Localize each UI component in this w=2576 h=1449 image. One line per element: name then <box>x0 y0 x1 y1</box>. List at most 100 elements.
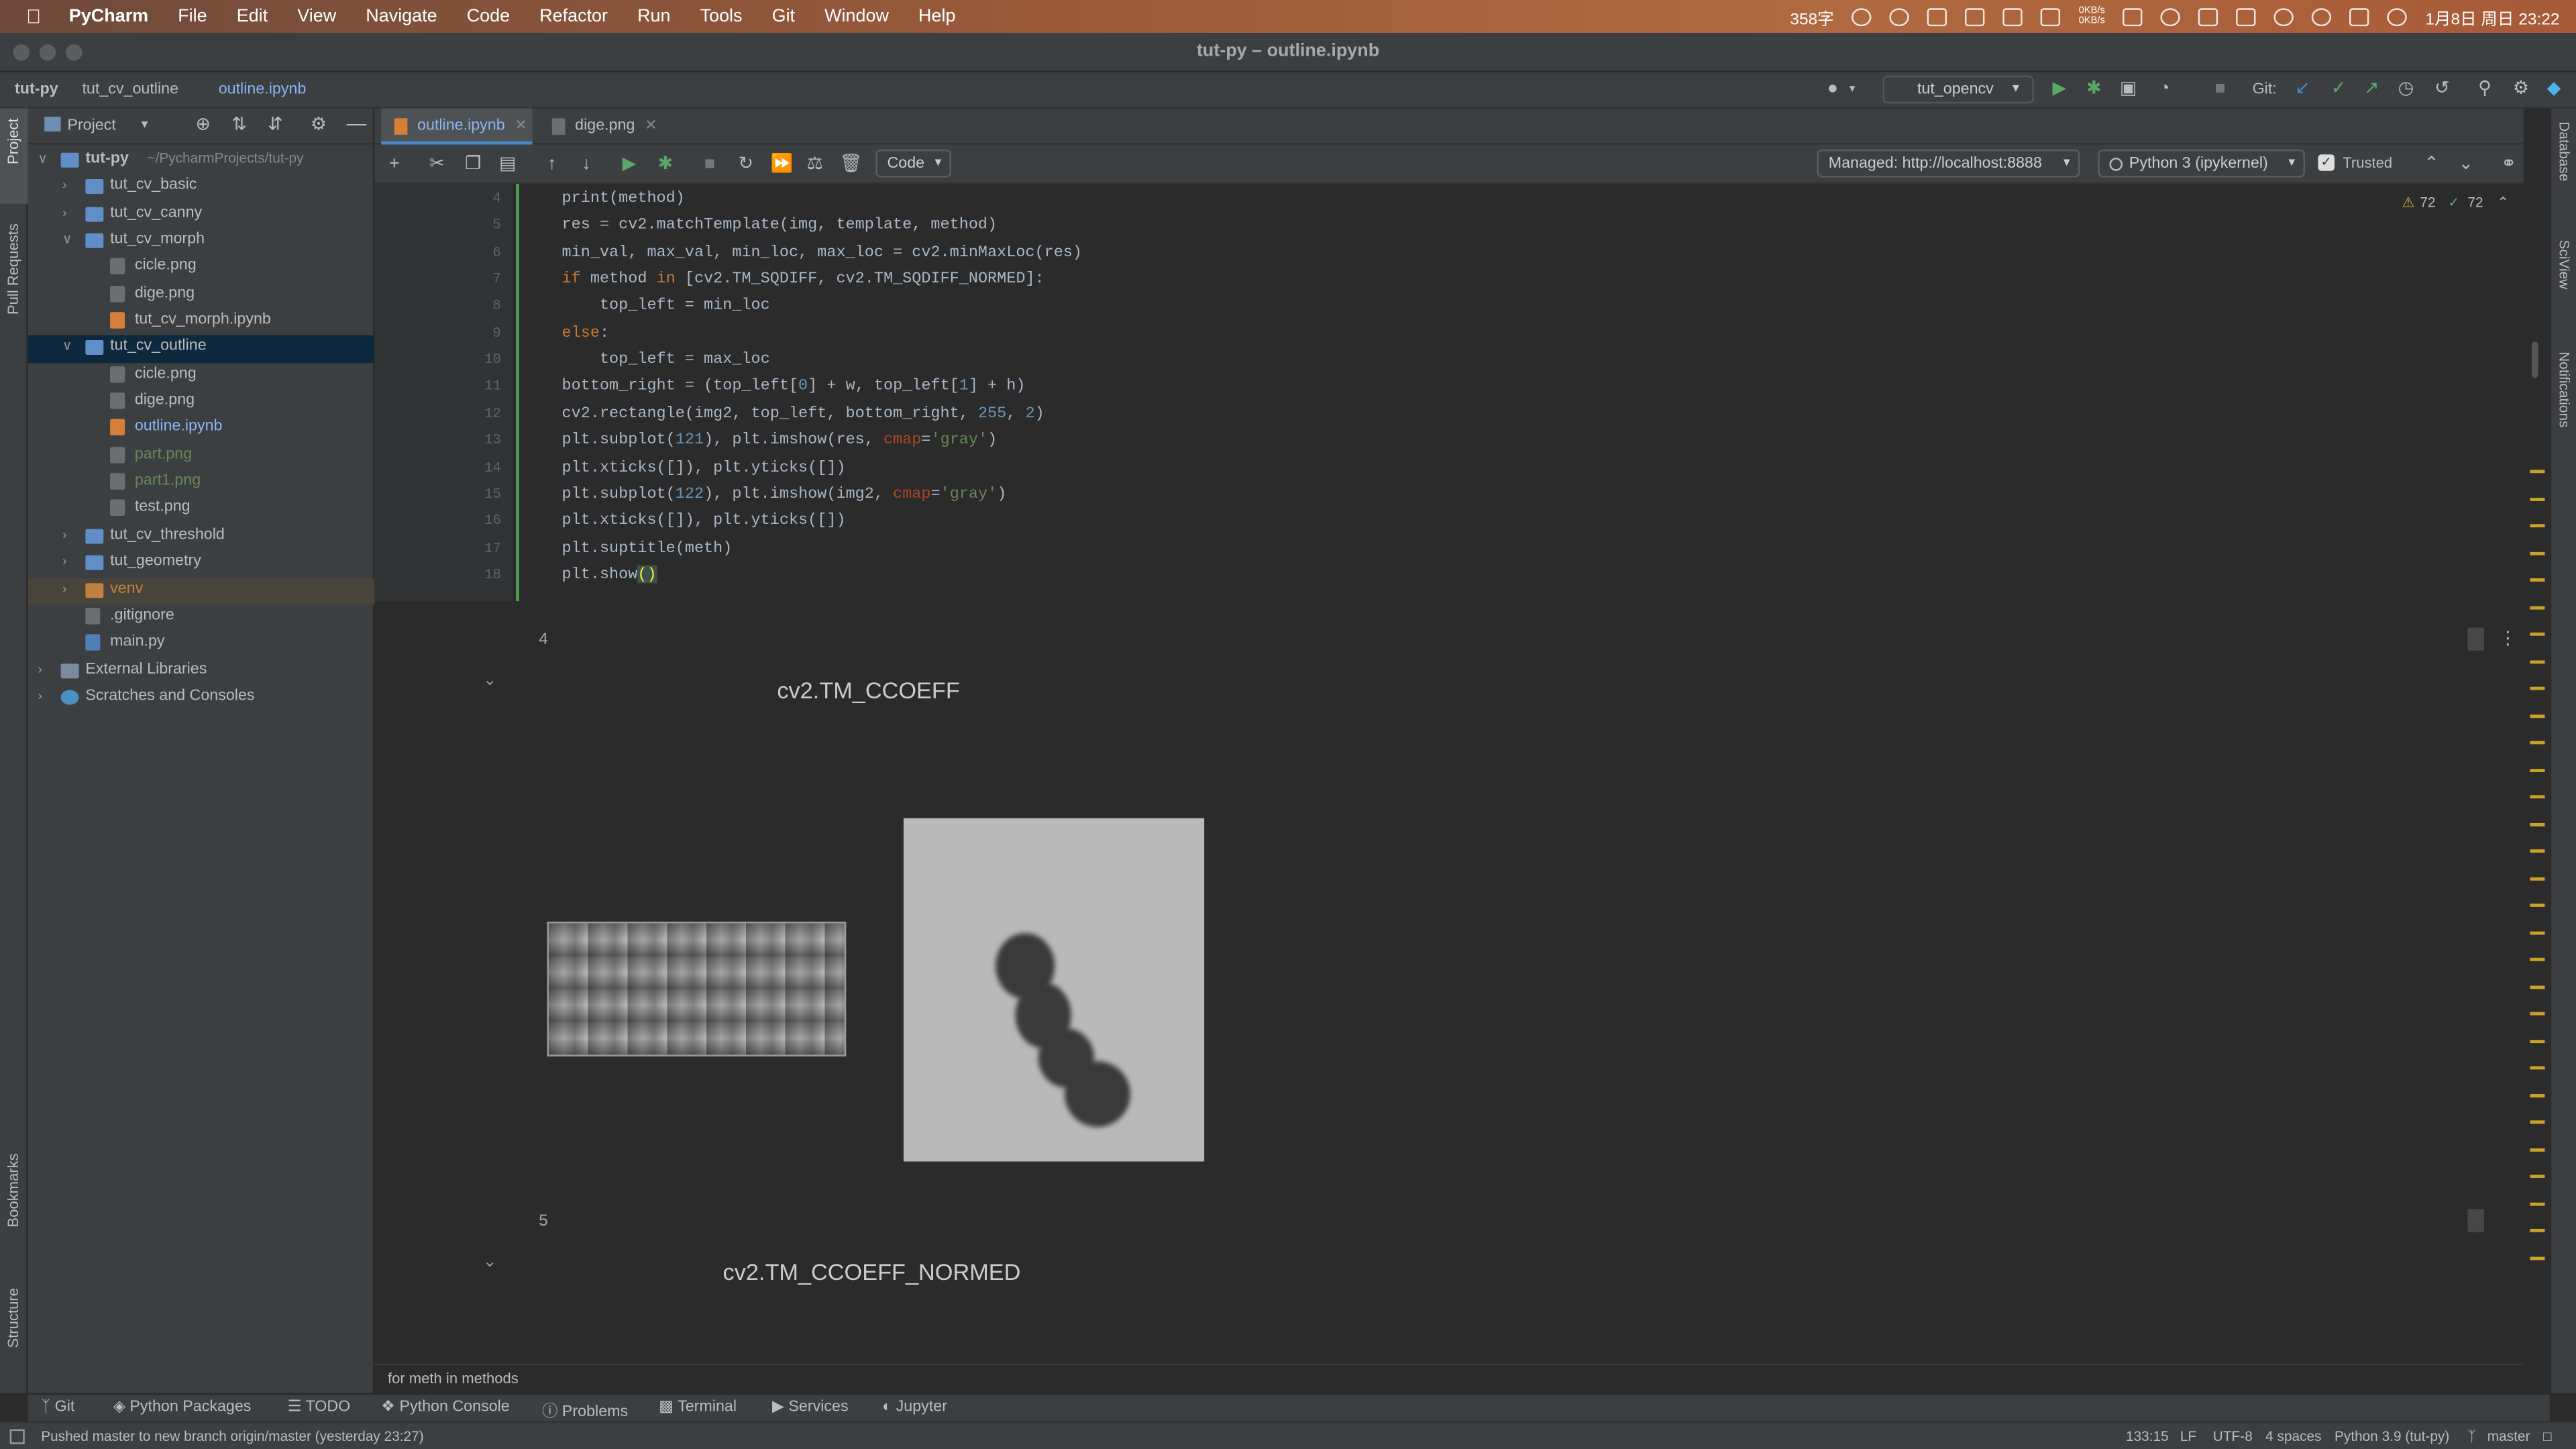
tree-item[interactable]: main.py <box>28 631 375 658</box>
cell-type-select[interactable]: Code ▾ <box>875 149 951 178</box>
jetbrains-logo-icon[interactable]: ◆ <box>2545 80 2563 99</box>
project-view-chevron-icon[interactable]: ▾ <box>142 117 148 131</box>
close-tab-icon[interactable]: ✕ <box>645 117 657 133</box>
warning-marker[interactable] <box>2530 822 2545 826</box>
warning-marker[interactable] <box>2530 686 2545 690</box>
menu-app-name[interactable]: PyCharm <box>54 7 163 26</box>
user-dropdown-chevron-icon[interactable]: ▾ <box>1843 80 1862 99</box>
panel-gear-icon[interactable]: ⚙ <box>311 113 327 134</box>
run-config-select[interactable]: tut_opencv ▾ <box>1882 75 2034 104</box>
profile-icon[interactable]: ◔ <box>2155 80 2174 99</box>
warning-marker[interactable] <box>2530 741 2545 745</box>
locate-file-icon[interactable]: ⊕ <box>195 113 211 134</box>
menu-navigate[interactable]: Navigate <box>351 7 451 26</box>
prev-highlight-icon[interactable]: ⌃ <box>2497 194 2508 212</box>
next-cell-icon[interactable]: ⌄ <box>2456 154 2475 174</box>
warning-marker[interactable] <box>2530 1093 2545 1097</box>
warning-marker[interactable] <box>2530 1120 2545 1124</box>
notifications-tool-button[interactable]: Notifications <box>2557 352 2573 427</box>
menu-help[interactable]: Help <box>904 7 970 26</box>
code-line[interactable]: plt.xticks([]), plt.yticks([]) <box>562 458 846 476</box>
warning-marker[interactable] <box>2530 849 2545 853</box>
file-encoding[interactable]: UTF-8 <box>2213 1428 2253 1444</box>
warning-marker[interactable] <box>2530 1066 2545 1070</box>
code-line[interactable]: plt.subplot(122), plt.imshow(img2, cmap=… <box>562 484 1007 502</box>
search-icon[interactable] <box>2312 7 2332 25</box>
translate-icon[interactable] <box>1927 7 1947 25</box>
menu-view[interactable]: View <box>282 7 351 26</box>
menu-tools[interactable]: Tools <box>686 7 757 26</box>
code-line[interactable]: top_left = min_loc <box>562 297 770 315</box>
interrupt-kernel-icon[interactable]: ■ <box>700 154 719 174</box>
display-icon[interactable] <box>2123 7 2143 25</box>
close-tab-icon[interactable]: ✕ <box>515 117 527 133</box>
python-console-tool-button[interactable]: ❖ Python Console <box>381 1398 510 1416</box>
chevron-right-icon[interactable]: › <box>62 554 76 569</box>
tree-item[interactable]: .gitignore <box>28 604 375 631</box>
problems-tool-button[interactable]: ⓘ Problems <box>542 1398 628 1421</box>
database-tool-button[interactable]: Database <box>2557 121 2573 181</box>
warning-marker[interactable] <box>2530 795 2545 799</box>
status-message[interactable]: Pushed master to new branch origin/maste… <box>41 1428 423 1444</box>
code-line[interactable]: plt.subplot(121), plt.imshow(res, cmap='… <box>562 431 998 449</box>
warning-marker[interactable] <box>2530 1175 2545 1178</box>
coverage-icon[interactable]: ▣ <box>2119 80 2137 99</box>
s-icon[interactable] <box>2236 7 2257 25</box>
tree-item[interactable]: › External Libraries <box>28 658 375 685</box>
warning-marker[interactable] <box>2530 903 2545 907</box>
code-line[interactable]: plt.show() <box>562 565 657 584</box>
restart-kernel-icon[interactable]: ↻ <box>736 154 755 174</box>
tree-item[interactable]: › tut_cv_threshold <box>28 524 375 551</box>
sticky-context-bar[interactable]: for meth in methods <box>374 1363 2527 1393</box>
warning-marker[interactable] <box>2530 876 2545 880</box>
breadcrumb-project[interactable]: tut-py <box>15 80 58 99</box>
trusted-checkbox[interactable]: ✓ <box>2318 154 2335 171</box>
line-separator[interactable]: LF <box>2180 1428 2196 1444</box>
pull-requests-tool-button[interactable]: Pull Requests <box>5 223 21 315</box>
collapse-all-icon[interactable]: ⇵ <box>268 113 283 134</box>
tree-item[interactable]: tut_cv_morph.ipynb <box>28 309 375 336</box>
git-update-icon[interactable]: ↙ <box>2294 80 2312 99</box>
tree-item[interactable]: dige.png <box>28 390 375 417</box>
code-cell[interactable]: print(method) res = cv2.matchTemplate(img… <box>515 184 2524 602</box>
warning-marker[interactable] <box>2530 524 2545 528</box>
tree-item[interactable]: ∨ tut_cv_morph <box>28 228 375 255</box>
tree-item[interactable]: ∨ tut-py ~/PycharmProjects/tut-py <box>28 148 375 174</box>
warning-icon[interactable]: ⚠ <box>2402 194 2414 212</box>
kernel-select[interactable]: Python 3 (ipykernel) ▾ <box>2098 149 2305 178</box>
tree-item[interactable]: › tut_cv_canny <box>28 201 375 228</box>
tree-item[interactable]: › tut_geometry <box>28 551 375 578</box>
debug-cell-icon[interactable]: ✱ <box>655 154 675 174</box>
delete-cell-icon[interactable]: 🗑 <box>839 154 862 174</box>
tree-item[interactable]: outline.ipynb <box>28 417 375 443</box>
microphone-icon[interactable] <box>1890 7 1910 25</box>
siri-icon[interactable] <box>2387 7 2408 25</box>
run-cell-select-below-icon[interactable]: ▶ <box>619 154 639 174</box>
python-packages-tool-button[interactable]: ◈ Python Packages <box>113 1398 251 1416</box>
grid-icon[interactable] <box>2002 7 2023 25</box>
indent-setting[interactable]: 4 spaces <box>2265 1428 2321 1444</box>
warning-marker[interactable] <box>2530 1228 2545 1232</box>
copy-cell-icon[interactable]: ❐ <box>464 154 483 174</box>
code-line[interactable]: res = cv2.matchTemplate(img, template, m… <box>562 216 998 234</box>
chevron-right-icon[interactable]: › <box>38 688 51 703</box>
breadcrumb-file[interactable]: outline.ipynb <box>219 80 307 99</box>
tree-item[interactable]: part1.png <box>28 470 375 497</box>
menu-git[interactable]: Git <box>757 7 810 26</box>
bookmarks-tool-button[interactable]: Bookmarks <box>5 1153 21 1227</box>
breadcrumb-folder[interactable]: tut_cv_outline <box>82 80 178 99</box>
code-line[interactable]: top_left = max_loc <box>562 350 770 368</box>
error-stripe[interactable] <box>2523 108 2550 1393</box>
jupyter-tool-button[interactable]: ◐ Jupyter <box>882 1398 947 1416</box>
history-icon[interactable]: ◷ <box>2397 80 2415 99</box>
tree-item[interactable]: › venv <box>28 577 375 604</box>
paste-cell-icon[interactable]: ▤ <box>498 154 517 174</box>
wifi-icon[interactable] <box>2274 7 2294 25</box>
project-tool-button[interactable]: Project <box>5 118 21 164</box>
structure-tool-button[interactable]: Structure <box>5 1288 21 1348</box>
add-cell-icon[interactable]: + <box>384 154 404 174</box>
apple-icon[interactable]:  <box>0 5 54 28</box>
services-tool-button[interactable]: ▶ Services <box>772 1398 849 1416</box>
menu-refactor[interactable]: Refactor <box>525 7 623 26</box>
warning-marker[interactable] <box>2530 1201 2545 1205</box>
